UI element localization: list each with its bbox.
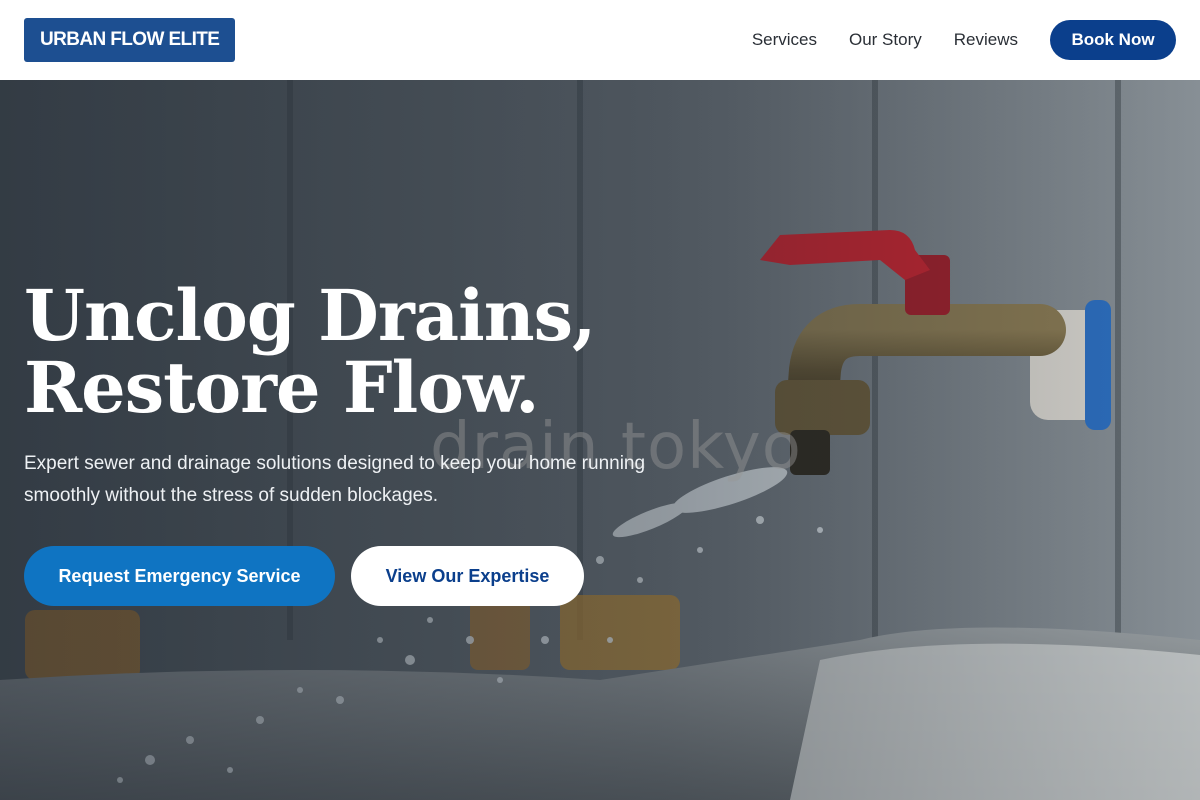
nav-link-services[interactable]: Services — [752, 30, 817, 50]
hero-actions: Request Emergency Service View Our Exper… — [24, 546, 724, 606]
site-header: URBAN FLOW ELITE Services Our Story Revi… — [0, 0, 1200, 80]
hero-title: Unclog Drains, Restore Flow. — [24, 280, 724, 424]
request-emergency-service-button[interactable]: Request Emergency Service — [24, 546, 335, 606]
hero-section: drain tokyo Unclog Drains, Restore Flow.… — [0, 80, 1200, 800]
hero-content: Unclog Drains, Restore Flow. Expert sewe… — [24, 280, 724, 606]
brand-logo[interactable]: URBAN FLOW ELITE — [24, 18, 236, 62]
nav-link-our-story[interactable]: Our Story — [849, 30, 922, 50]
book-now-button[interactable]: Book Now — [1050, 20, 1176, 60]
view-our-expertise-button[interactable]: View Our Expertise — [351, 546, 584, 606]
hero-title-line-1: Unclog Drains, — [24, 274, 596, 357]
hero-subtitle: Expert sewer and drainage solutions desi… — [24, 453, 646, 506]
nav-link-reviews[interactable]: Reviews — [954, 30, 1018, 50]
main-nav: Services Our Story Reviews Book Now — [752, 20, 1176, 60]
hero-title-line-2: Restore Flow. — [24, 346, 540, 429]
